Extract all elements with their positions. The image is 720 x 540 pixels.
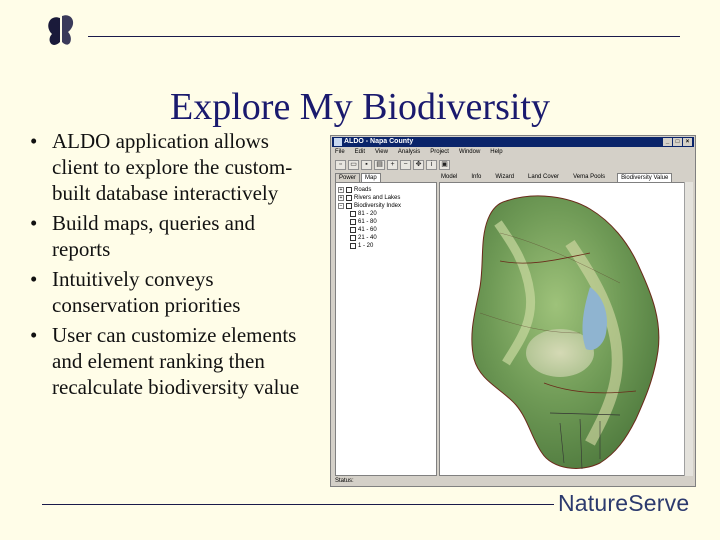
tree-item-label: 21 - 40	[358, 235, 377, 241]
layer-checkbox[interactable]	[350, 235, 356, 241]
app-titlebar: ALDO - Napa County _ □ ×	[332, 137, 694, 147]
layer-checkbox[interactable]	[346, 203, 352, 209]
tree-item[interactable]: + Rivers and Lakes	[338, 194, 434, 202]
app-icon	[334, 138, 342, 146]
tree-item-label: 41 - 60	[358, 227, 377, 233]
menu-file[interactable]: File	[335, 149, 345, 155]
toolbar: ▫ ▭ ▪ ▤ + − ✥ i ▣	[335, 160, 450, 170]
menu-analysis[interactable]: Analysis	[398, 149, 420, 155]
bullet-item: Build maps, queries and reports	[28, 210, 308, 262]
tree-item[interactable]: 81 - 20	[338, 210, 434, 218]
open-icon[interactable]: ▭	[348, 160, 359, 170]
natureserve-logo: NatureServe	[558, 490, 690, 516]
layer-checkbox[interactable]	[350, 211, 356, 217]
slide-title: Explore My Biodiversity	[170, 86, 550, 129]
menu-edit[interactable]: Edit	[355, 149, 365, 155]
zoom-in-icon[interactable]: +	[387, 160, 398, 170]
menu-window[interactable]: Window	[459, 149, 480, 155]
tree-item[interactable]: − Biodiversity Index	[338, 202, 434, 210]
map-view[interactable]	[439, 182, 685, 476]
status-bar: Status:	[335, 478, 354, 484]
tree-item-label: Biodiversity Index	[354, 203, 402, 209]
bullet-item: User can customize elements and element …	[28, 322, 308, 400]
new-icon[interactable]: ▫	[335, 160, 346, 170]
collapse-icon[interactable]: −	[338, 203, 344, 209]
butterfly-logo-icon	[48, 15, 74, 45]
menu-help[interactable]: Help	[490, 149, 502, 155]
save-icon[interactable]: ▪	[361, 160, 372, 170]
tree-item-label: Roads	[354, 187, 372, 193]
bullet-list: ALDO application allows client to explor…	[28, 128, 308, 404]
layer-checkbox[interactable]	[346, 195, 352, 201]
menu-bar: File Edit View Analysis Project Window H…	[335, 149, 503, 155]
select-icon[interactable]: ▣	[439, 160, 450, 170]
tree-item[interactable]: 41 - 60	[338, 226, 434, 234]
bottom-divider	[42, 504, 554, 505]
tree-item-label: 81 - 20	[358, 211, 377, 217]
tree-item[interactable]: 21 - 40	[338, 234, 434, 242]
identify-icon[interactable]: i	[426, 160, 437, 170]
close-icon[interactable]: ×	[683, 138, 692, 146]
pan-icon[interactable]: ✥	[413, 160, 424, 170]
expand-icon[interactable]: +	[338, 195, 344, 201]
biodiversity-map[interactable]	[440, 183, 685, 476]
maximize-icon[interactable]: □	[673, 138, 682, 146]
tree-item-label: Rivers and Lakes	[354, 195, 401, 201]
tree-item[interactable]: 61 - 80	[338, 218, 434, 226]
tree-item-label: 61 - 80	[358, 219, 377, 225]
expand-icon[interactable]: +	[338, 187, 344, 193]
layer-tree: + Roads + Rivers and Lakes − Biodiversity I…	[335, 182, 437, 476]
menu-view[interactable]: View	[375, 149, 388, 155]
top-divider	[88, 36, 680, 37]
vertical-scrollbar[interactable]	[684, 182, 693, 476]
app-title: ALDO - Napa County	[344, 138, 414, 145]
aldo-app-screenshot: ALDO - Napa County _ □ × File Edit View …	[330, 135, 696, 487]
tree-item-label: 1 - 20	[358, 243, 374, 249]
zoom-out-icon[interactable]: −	[400, 160, 411, 170]
layer-checkbox[interactable]	[350, 219, 356, 225]
tree-item[interactable]: 1 - 20	[338, 242, 434, 250]
minimize-icon[interactable]: _	[663, 138, 672, 146]
layer-checkbox[interactable]	[350, 243, 356, 249]
print-icon[interactable]: ▤	[374, 160, 385, 170]
bullet-item: ALDO application allows client to explor…	[28, 128, 308, 206]
layer-checkbox[interactable]	[346, 187, 352, 193]
bullet-item: Intuitively conveys conservation priorit…	[28, 266, 308, 318]
layer-checkbox[interactable]	[350, 227, 356, 233]
tree-item[interactable]: + Roads	[338, 186, 434, 194]
menu-project[interactable]: Project	[430, 149, 449, 155]
